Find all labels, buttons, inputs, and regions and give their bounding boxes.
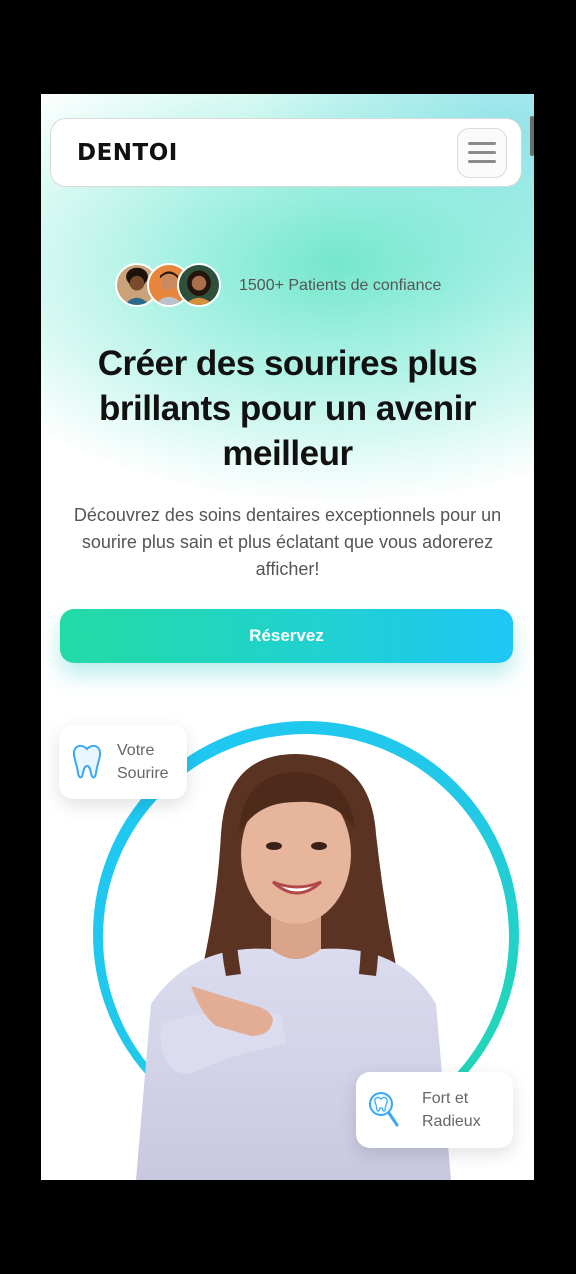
book-button[interactable]: Réservez — [60, 609, 513, 663]
hero-subtext: Découvrez des soins dentaires exceptionn… — [73, 505, 502, 579]
badge-line: Votre — [117, 742, 155, 759]
badge-line: Radieux — [422, 1113, 481, 1130]
badge-strong-text: Fort et Radieux — [422, 1087, 481, 1133]
patient-avatars — [115, 263, 223, 309]
badge-line: Sourire — [117, 765, 169, 782]
phone-screen: DENTOI 1500+ Patients de confiance Créer… — [41, 94, 534, 1180]
badge-strong-radiant: Fort et Radieux — [356, 1072, 513, 1148]
scrollbar-thumb[interactable] — [530, 116, 534, 156]
navbar: DENTOI — [50, 118, 522, 187]
tooth-icon — [72, 744, 102, 779]
hero-headline: Créer des sourires plus brillants pour u… — [97, 344, 478, 473]
tooth-search-icon — [369, 1092, 399, 1127]
hamburger-line — [468, 151, 496, 154]
trust-text: 1500+ Patients de confiance — [239, 277, 442, 294]
avatar — [177, 263, 221, 307]
logo[interactable]: DENTOI — [77, 140, 178, 166]
hamburger-menu-button[interactable] — [457, 127, 507, 178]
badge-line: Fort et — [422, 1090, 469, 1107]
hamburger-menu-icon — [468, 142, 496, 145]
badge-your-smile-text: Votre Sourire — [117, 739, 169, 785]
badge-your-smile: Votre Sourire — [59, 725, 187, 799]
trust-row: 1500+ Patients de confiance — [115, 262, 441, 310]
hamburger-line — [468, 160, 496, 163]
